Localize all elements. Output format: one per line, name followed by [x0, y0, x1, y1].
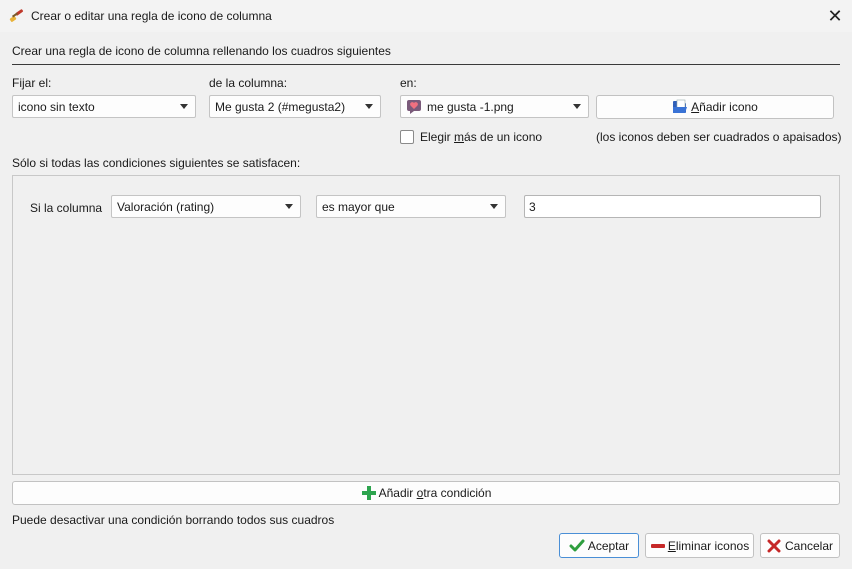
- column-select-value: Me gusta 2 (#megusta2): [215, 99, 346, 114]
- add-condition-label: Añadir otra condición: [378, 486, 492, 500]
- fijar-select-value: icono sin texto: [18, 99, 95, 114]
- paintbrush-icon: [9, 8, 25, 24]
- icon-file-select-value: me gusta -1.png: [427, 99, 514, 114]
- accept-button-label: Aceptar: [587, 538, 630, 553]
- condition-column-select[interactable]: Valoración (rating): [111, 195, 301, 218]
- chevron-down-icon: [285, 204, 293, 209]
- cancel-button[interactable]: Cancelar: [760, 533, 840, 558]
- multi-icon-checkbox[interactable]: [400, 130, 414, 144]
- fijar-label: Fijar el:: [12, 76, 52, 90]
- conditions-label: Sólo si todas las condiciones siguientes…: [12, 156, 301, 170]
- icons-note: (los iconos deben ser cuadrados o apaisa…: [596, 130, 842, 144]
- chevron-down-icon: [490, 204, 498, 209]
- remove-icons-button[interactable]: Eliminar iconos: [645, 533, 754, 558]
- folder-open-icon: [672, 99, 688, 115]
- page-title: Crear una regla de icono de columna rell…: [12, 44, 391, 58]
- condition-operator-select[interactable]: es mayor que: [316, 195, 506, 218]
- add-icon-button[interactable]: Añadir icono: [596, 95, 834, 119]
- x-icon: [767, 539, 781, 553]
- chevron-down-icon: [180, 104, 188, 109]
- fijar-select[interactable]: icono sin texto: [12, 95, 196, 118]
- heart-bubble-icon: [406, 99, 422, 115]
- chevron-down-icon: [573, 104, 581, 109]
- condition-value-input[interactable]: 3: [524, 195, 821, 218]
- add-condition-button[interactable]: Añadir otra condición: [12, 481, 840, 505]
- window-title: Crear o editar una regla de icono de col…: [31, 9, 272, 23]
- minus-icon: [650, 538, 666, 554]
- checkmark-icon: [569, 538, 585, 554]
- column-select[interactable]: Me gusta 2 (#megusta2): [209, 95, 381, 118]
- condition-column-value: Valoración (rating): [117, 199, 215, 214]
- chevron-down-icon: [365, 104, 373, 109]
- divider: [12, 64, 840, 65]
- accept-button[interactable]: Aceptar: [559, 533, 639, 558]
- conditions-panel: Si la columna Valoración (rating) es may…: [12, 175, 840, 475]
- condition-operator-value: es mayor que: [322, 199, 395, 214]
- footer-note: Puede desactivar una condición borrando …: [12, 513, 335, 527]
- close-icon[interactable]: ✕: [820, 2, 850, 30]
- icon-file-select[interactable]: me gusta -1.png: [400, 95, 589, 118]
- cancel-button-label: Cancelar: [784, 538, 834, 553]
- en-label: en:: [400, 76, 417, 90]
- title-bar: Crear o editar una regla de icono de col…: [0, 0, 852, 32]
- condition-prefix: Si la columna: [30, 201, 103, 215]
- condition-value-text: 3: [529, 199, 536, 214]
- plus-icon: [361, 485, 377, 501]
- column-label: de la columna:: [209, 76, 288, 90]
- add-icon-button-label: Añadir icono: [691, 100, 758, 114]
- multi-icon-label: Elegir más de un icono: [420, 130, 543, 144]
- remove-icons-label: Eliminar iconos: [667, 538, 750, 553]
